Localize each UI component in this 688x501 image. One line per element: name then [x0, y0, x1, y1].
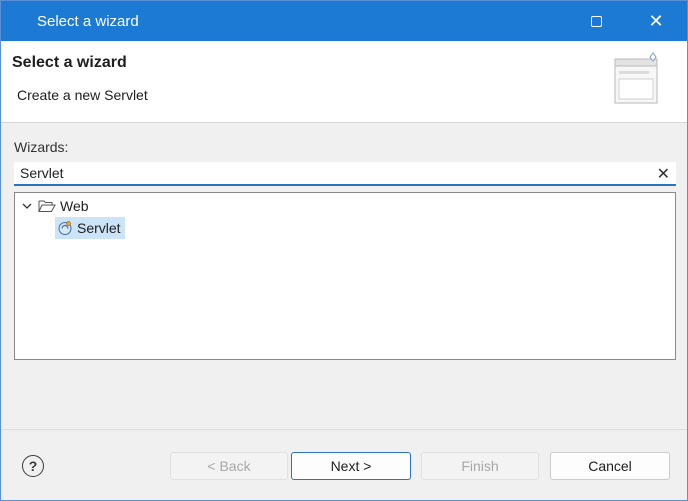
- back-button[interactable]: < Back: [170, 452, 288, 480]
- next-button[interactable]: Next >: [291, 452, 411, 480]
- header-title: Select a wizard: [12, 54, 127, 71]
- close-icon: ✕: [648, 11, 664, 31]
- select-wizard-dialog: Select a wizard ✕ Select a wizard Create…: [0, 0, 688, 501]
- chevron-down-icon[interactable]: [20, 199, 34, 213]
- folder-open-icon: [38, 200, 56, 212]
- maximize-icon: [590, 15, 602, 27]
- tree-item-label: Servlet: [77, 220, 121, 236]
- wizard-header: Select a wizard Create a new Servlet: [1, 41, 687, 123]
- title-bar: Select a wizard ✕: [1, 1, 687, 41]
- window-title: Select a wizard: [37, 13, 139, 30]
- wizard-tree[interactable]: Web Servlet: [14, 192, 676, 360]
- wizard-filter-input[interactable]: [14, 162, 644, 184]
- footer-divider: [1, 429, 687, 430]
- header-subtitle: Create a new Servlet: [17, 87, 148, 103]
- tree-item-servlet[interactable]: Servlet: [55, 217, 125, 239]
- maximize-button[interactable]: [573, 1, 619, 41]
- cancel-button[interactable]: Cancel: [550, 452, 670, 480]
- finish-button[interactable]: Finish: [421, 452, 539, 480]
- tree-item-web[interactable]: Web: [20, 195, 89, 217]
- wizard-filter: ✕: [14, 162, 676, 186]
- help-icon: ?: [28, 458, 38, 474]
- wizards-label: Wizards:: [14, 139, 69, 155]
- close-button[interactable]: ✕: [633, 1, 679, 41]
- wizard-banner-icon: [614, 52, 658, 104]
- servlet-icon: [58, 221, 72, 235]
- tree-item-label: Web: [60, 198, 89, 214]
- help-button[interactable]: ?: [22, 455, 44, 477]
- clear-filter-icon[interactable]: ✕: [657, 164, 670, 184]
